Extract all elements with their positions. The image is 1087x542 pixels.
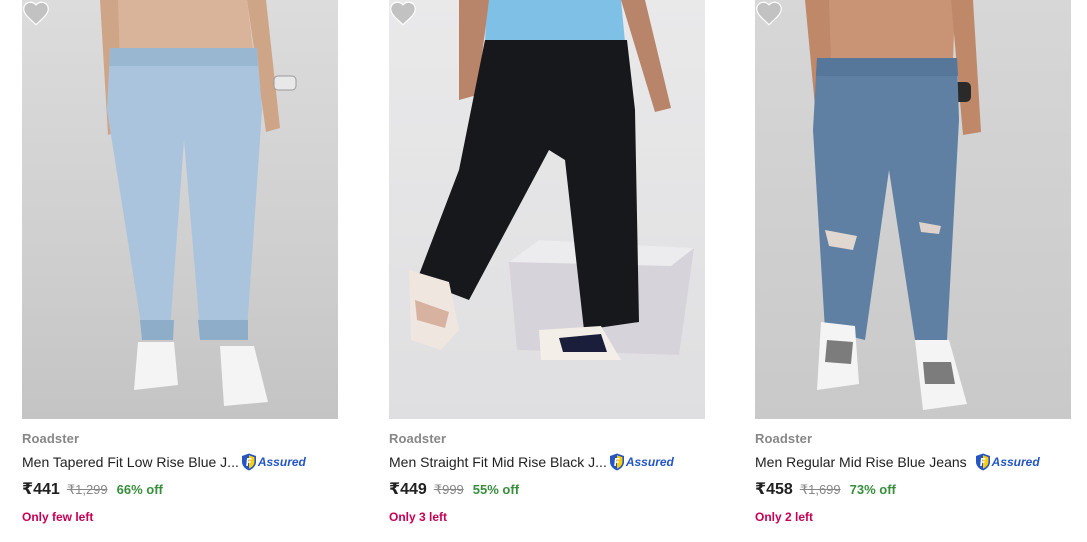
heart-icon[interactable] (755, 0, 783, 26)
product-image[interactable] (755, 0, 1071, 419)
flipkart-assured-icon (241, 453, 256, 471)
selling-price: ₹441 (22, 481, 60, 498)
flipkart-assured-icon (975, 453, 990, 471)
flipkart-assured-icon (609, 453, 624, 471)
product-grid: Roadster Men Tapered Fit Low Rise Blue J… (0, 0, 1087, 542)
assured-label: Assured (625, 455, 674, 469)
heart-icon[interactable] (389, 0, 417, 26)
product-title[interactable]: Men Straight Fit Mid Rise Black J... (389, 454, 607, 470)
assured-badge: Assured (609, 453, 674, 471)
discount-label: 55% off (472, 482, 520, 497)
selling-price: ₹458 (755, 481, 793, 498)
product-image[interactable] (22, 0, 338, 419)
original-price: ₹1,299 (66, 482, 108, 497)
original-price: ₹999 (433, 482, 464, 497)
stock-status: Only 2 left (755, 510, 814, 524)
original-price: ₹1,699 (799, 482, 841, 497)
price-row: ₹449 ₹999 55% off (389, 479, 519, 499)
assured-label: Assured (257, 455, 306, 469)
product-card[interactable]: Roadster Men Tapered Fit Low Rise Blue J… (22, 0, 338, 542)
product-card[interactable]: Roadster Men Straight Fit Mid Rise Black… (389, 0, 705, 542)
discount-label: 73% off (849, 482, 896, 497)
assured-badge: Assured (975, 453, 1040, 471)
assured-label: Assured (991, 455, 1040, 469)
product-brand: Roadster (22, 431, 80, 446)
product-brand: Roadster (755, 431, 813, 446)
product-brand: Roadster (389, 431, 447, 446)
price-row: ₹458 ₹1,699 73% off (755, 479, 896, 499)
price-row: ₹441 ₹1,299 66% off (22, 479, 163, 499)
selling-price: ₹449 (389, 481, 427, 498)
assured-badge: Assured (241, 453, 306, 471)
product-title[interactable]: Men Tapered Fit Low Rise Blue J... (22, 454, 239, 470)
product-title[interactable]: Men Regular Mid Rise Blue Jeans (755, 454, 967, 470)
stock-status: Only 3 left (389, 510, 448, 524)
product-image[interactable] (389, 0, 705, 419)
product-card[interactable]: Roadster Men Regular Mid Rise Blue Jeans… (755, 0, 1071, 542)
heart-icon[interactable] (22, 0, 50, 26)
discount-label: 66% off (116, 482, 163, 497)
stock-status: Only few left (22, 510, 94, 524)
